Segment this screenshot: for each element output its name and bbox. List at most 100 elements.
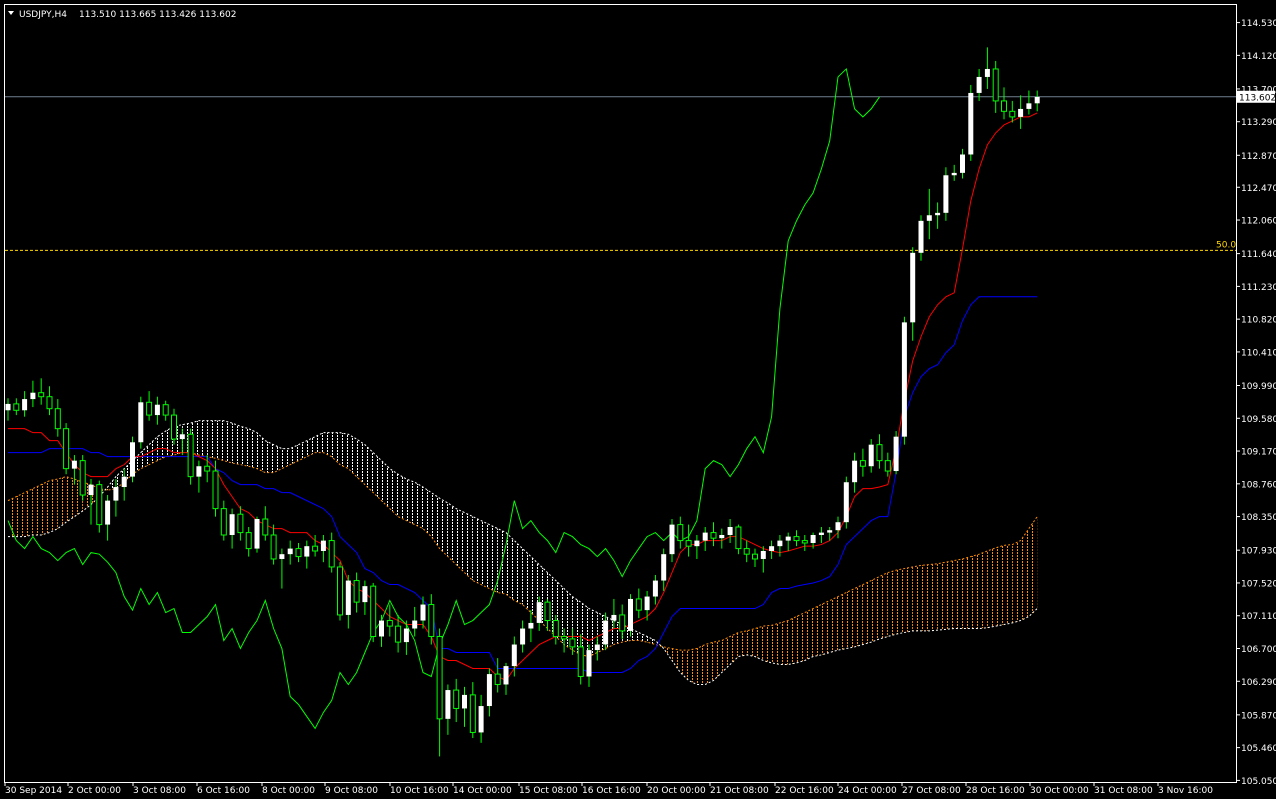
candle [130,436,135,483]
candle-body-bull [179,434,185,440]
candle-body-bull [835,522,841,531]
candle-body-bull [254,519,260,549]
cloud-segment [41,480,50,535]
candle-body-bull [486,674,492,707]
cloud-segment [688,648,697,685]
cloud-segment [232,423,241,465]
cloud-segment [49,479,58,533]
candle-body-bull [528,622,534,629]
candle-body-bull [379,620,384,637]
price-tick-label: 110.820 [1241,316,1276,326]
candle-body-bear [146,401,153,416]
candle-body-bear [353,580,360,603]
chart-canvas[interactable]: 114.530114.120113.700113.290112.870112.4… [0,0,1276,799]
candle-body-bull [536,602,542,623]
candle-body-bear [469,694,476,733]
candle-body-bear [328,540,335,568]
candle-body-bull [968,92,974,155]
candle-body-bull [445,690,451,719]
candle-body-bull [138,402,144,443]
candle-body-bear [38,392,45,398]
candle-body-bull [403,628,409,643]
candle-body-bear [204,465,211,472]
cloud-segment [398,474,407,521]
candle-body-bear [312,545,319,552]
cloud-segment [896,568,905,635]
time-tick-label: 9 Oct 08:00 [325,786,378,796]
candle-body-bear [453,689,460,709]
candle-body-bull [777,540,783,547]
candle-body-bear [13,403,20,411]
cloud-segment [472,516,482,585]
candle [138,396,144,449]
cloud-segment [456,508,465,573]
candle [96,480,103,533]
candle-body-bear [801,540,808,544]
price-tick-label: 112.060 [1241,217,1276,227]
cloud-segment [240,426,249,467]
cloud-segment [447,503,457,565]
price-tick-label: 110.410 [1241,348,1276,358]
price-tick-label: 109.170 [1241,448,1276,458]
cloud-segment [738,630,747,657]
price-tick-label: 111.230 [1241,283,1276,293]
time-tick-label: 2 Oct 00:00 [68,786,121,796]
candle-body-bear [428,604,435,638]
candle [63,423,70,475]
cloud-segment [945,560,955,630]
cloud-segment [1004,544,1013,625]
cloud-segment [66,476,75,523]
cloud-segment [929,563,938,631]
candle-body-bull [520,628,526,645]
price-tick-label: 111.640 [1241,250,1276,260]
candle-body-bull [810,534,816,543]
price-tick-label: 107.110 [1241,612,1276,622]
price-tick-label: 105.870 [1241,711,1276,721]
cloud-segment [207,420,216,459]
price-tick-label: 109.990 [1241,382,1276,392]
candle-body-bull [760,550,766,559]
price-tick-label: 106.290 [1241,678,1276,688]
candle [901,316,907,445]
candle-body-bull [628,598,633,631]
cloud-segment [796,612,805,663]
cloud-segment [838,592,847,651]
time-tick-label: 28 Oct 16:00 [966,786,1025,796]
candle-body-bear [370,585,377,638]
cloud-segment [464,512,473,581]
candle-body-bull [229,514,235,535]
candle-body-bear [187,433,194,478]
candle-body-bear [162,404,169,416]
cloud-segment [846,588,855,649]
cloud-segment [57,476,67,529]
price-tick-label: 105.050 [1241,777,1276,787]
candle-body-bear [54,408,61,430]
candle-body-bear [859,460,866,467]
cloud-segment [406,479,415,525]
candle-body-bull [130,442,135,477]
cloud-segment [506,532,515,601]
price-tick-label: 108.350 [1241,513,1276,523]
candle-body-bull [644,596,650,611]
candle-body-bear [96,484,103,526]
price-tick-label: 107.520 [1241,579,1276,589]
cloud-segment [705,642,714,685]
cloud-segment [995,545,1004,627]
candle-body-bear [577,646,584,677]
cloud-segment [954,558,963,629]
candle-body-bull [71,460,77,469]
candle [254,516,260,553]
cloud-segment [514,540,523,605]
candle-body-bear [561,636,568,640]
candle-body-bull [362,586,368,603]
cloud-segment [356,439,365,485]
time-tick-label: 16 Oct 16:00 [582,786,641,796]
candle-body-bear [735,526,742,550]
candle [943,167,949,221]
candle-body-bull [976,76,982,93]
cloud-segment [854,584,863,647]
candle-body-bull [868,444,874,467]
price-tick-label: 106.700 [1241,645,1276,655]
cloud-segment [813,604,822,657]
candle-body-bull [105,500,111,525]
